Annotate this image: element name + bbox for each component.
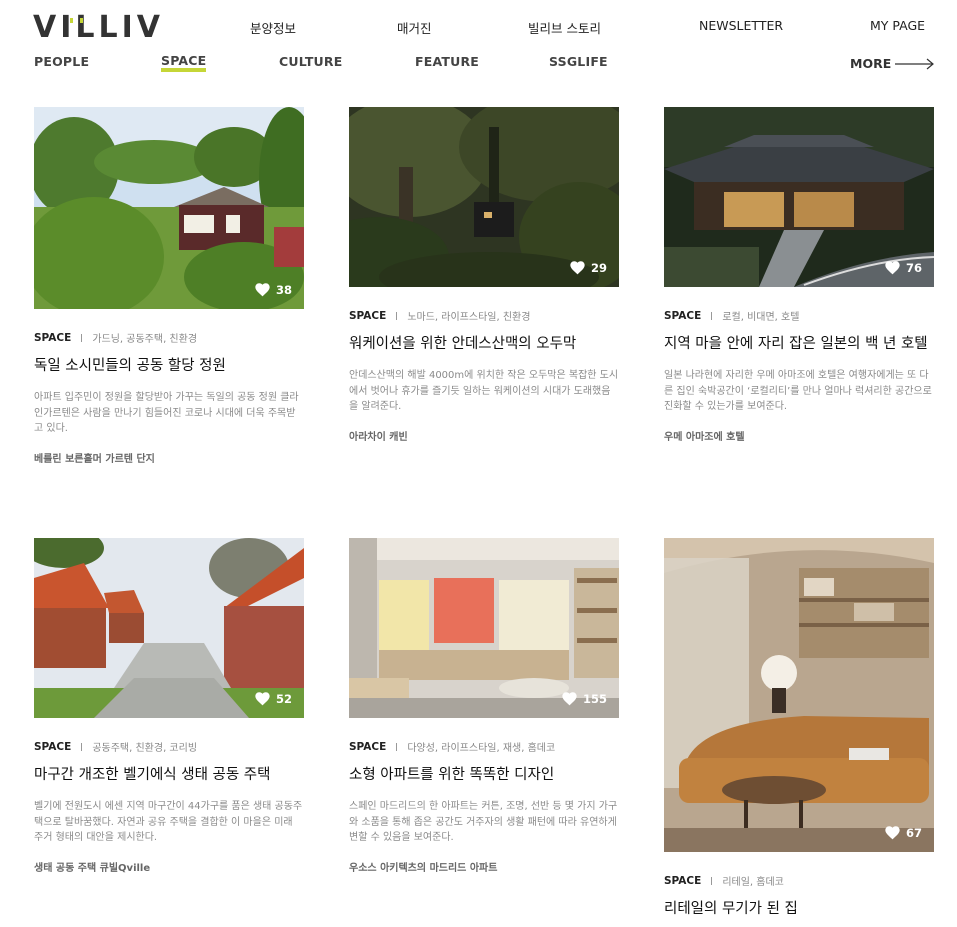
- article-place: 우소스 아키텍츠의 마드리드 아파트: [349, 862, 498, 874]
- divider: [711, 876, 713, 885]
- nav-newsletter[interactable]: NEWSLETTER: [699, 18, 783, 33]
- category-label[interactable]: SPACE: [349, 310, 386, 322]
- living-room-photo: [664, 538, 934, 852]
- tab-people[interactable]: PEOPLE: [34, 54, 89, 69]
- heart-icon[interactable]: [254, 691, 271, 706]
- heart-icon[interactable]: [569, 260, 586, 275]
- divider: [396, 742, 398, 751]
- article-meta: SPACE 가드닝, 공동주택, 친환경: [34, 330, 304, 346]
- like-count: 155: [582, 691, 607, 706]
- article-thumbnail[interactable]: 38: [34, 107, 304, 309]
- logo-accent: [70, 8, 94, 23]
- heart-icon[interactable]: [884, 260, 901, 275]
- arrow-right-icon[interactable]: [895, 57, 935, 71]
- article-title[interactable]: 지역 마을 안에 자리 잡은 일본의 백 년 호텔: [664, 334, 934, 354]
- more-link[interactable]: MORE: [850, 56, 891, 71]
- article-card[interactable]: 29 SPACE 노마드, 라이프스타일, 친환경 워케이션을 위한 안데스산맥…: [349, 107, 619, 443]
- article-meta: SPACE 노마드, 라이프스타일, 친환경: [349, 308, 619, 324]
- article-place: 베를린 보른홀머 가르텐 단지: [34, 453, 155, 465]
- article-description: 벨기에 전원도시 에센 지역 마구간이 44가구를 품은 생태 공동주택으로 탈…: [34, 801, 303, 843]
- category-label[interactable]: SPACE: [34, 741, 71, 753]
- like-counter[interactable]: 67: [884, 825, 922, 840]
- nav-my-page[interactable]: MY PAGE: [870, 18, 925, 33]
- heart-icon[interactable]: [254, 282, 271, 297]
- heart-icon[interactable]: [884, 825, 901, 840]
- category-label[interactable]: SPACE: [664, 875, 701, 887]
- category-label[interactable]: SPACE: [34, 332, 71, 344]
- garden-photo: [34, 107, 304, 309]
- like-count: 76: [905, 260, 922, 275]
- divider: [81, 333, 83, 342]
- tab-space[interactable]: SPACE: [161, 54, 207, 72]
- like-count: 67: [905, 825, 922, 840]
- nav-villiv-story[interactable]: 빌리브 스토리: [528, 18, 601, 37]
- article-card[interactable]: 76 SPACE 로컬, 비대면, 호텔 지역 마을 안에 자리 잡은 일본의 …: [664, 107, 934, 443]
- tag-list: 다양성, 라이프스타일, 재생, 홈데코: [407, 743, 556, 754]
- article-meta: SPACE 로컬, 비대면, 호텔: [664, 308, 934, 324]
- article-description: 스페인 마드리드의 한 아파트는 커튼, 조명, 선반 등 몇 가지 가구와 소…: [349, 801, 618, 843]
- article-title[interactable]: 소형 아파트를 위한 똑똑한 디자인: [349, 765, 619, 785]
- category-label[interactable]: SPACE: [349, 741, 386, 753]
- heart-icon[interactable]: [561, 691, 578, 706]
- nav-sales-info[interactable]: 분양정보: [250, 18, 296, 37]
- article-card[interactable]: 67 SPACE 리테일, 홈데코 리테일의 무기가 된 집: [664, 538, 934, 919]
- tag-list: 노마드, 라이프스타일, 친환경: [407, 312, 531, 323]
- article-card[interactable]: 52 SPACE 공동주택, 친환경, 코리빙 마구간 개조한 벨기에식 생태 …: [34, 538, 304, 874]
- like-counter[interactable]: 76: [884, 260, 922, 275]
- article-card[interactable]: 38 SPACE 가드닝, 공동주택, 친환경 독일 소시민들의 공동 할당 정…: [34, 107, 304, 465]
- like-counter[interactable]: 29: [569, 260, 607, 275]
- like-counter[interactable]: 155: [561, 691, 607, 706]
- nav-magazine[interactable]: 매거진: [397, 18, 432, 37]
- article-thumbnail[interactable]: 29: [349, 107, 619, 287]
- article-thumbnail[interactable]: 67: [664, 538, 934, 852]
- tag-list: 로컬, 비대면, 호텔: [722, 312, 800, 323]
- article-description: 안데스산맥의 해발 4000m에 위치한 작은 오두막은 복잡한 도시에서 벗어…: [349, 370, 619, 412]
- like-count: 52: [275, 691, 292, 706]
- article-place: 아라차이 캐빈: [349, 431, 408, 443]
- article-thumbnail[interactable]: 76: [664, 107, 934, 287]
- category-label[interactable]: SPACE: [664, 310, 701, 322]
- article-title[interactable]: 마구간 개조한 벨기에식 생태 공동 주택: [34, 765, 304, 785]
- article-description: 일본 나라현에 자리한 우메 아마조에 호텔은 여행자에게는 또 다른 집인 숙…: [664, 370, 932, 412]
- tab-culture[interactable]: CULTURE: [279, 54, 342, 69]
- article-description: 아파트 입주민이 정원을 할당받아 가꾸는 독일의 공동 정원 클라인가르텐은 …: [34, 392, 299, 434]
- tab-feature[interactable]: FEATURE: [415, 54, 479, 69]
- article-title[interactable]: 워케이션을 위한 안데스산맥의 오두막: [349, 334, 619, 354]
- tag-list: 공동주택, 친환경, 코리빙: [92, 743, 198, 754]
- divider: [81, 742, 83, 751]
- top-nav: 분양정보 매거진 빌리브 스토리 NEWSLETTER MY PAGE: [0, 18, 957, 38]
- like-count: 38: [275, 282, 292, 297]
- article-thumbnail[interactable]: 52: [34, 538, 304, 718]
- like-counter[interactable]: 52: [254, 691, 292, 706]
- article-title[interactable]: 독일 소시민들의 공동 할당 정원: [34, 356, 304, 376]
- like-count: 29: [590, 260, 607, 275]
- article-meta: SPACE 다양성, 라이프스타일, 재생, 홈데코: [349, 739, 619, 755]
- divider: [396, 311, 398, 320]
- article-card[interactable]: 155 SPACE 다양성, 라이프스타일, 재생, 홈데코 소형 아파트를 위…: [349, 538, 619, 874]
- article-thumbnail[interactable]: 155: [349, 538, 619, 718]
- tag-list: 가드닝, 공동주택, 친환경: [92, 334, 198, 345]
- category-nav: PEOPLE SPACE CULTURE FEATURE SSGLIFE: [0, 54, 957, 76]
- article-place: 생태 공동 주택 큐빌Qville: [34, 862, 151, 874]
- article-title[interactable]: 리테일의 무기가 된 집: [664, 899, 934, 919]
- article-meta: SPACE 리테일, 홈데코: [664, 873, 934, 889]
- tab-ssglife[interactable]: SSGLIFE: [549, 54, 608, 69]
- article-meta: SPACE 공동주택, 친환경, 코리빙: [34, 739, 304, 755]
- tag-list: 리테일, 홈데코: [722, 877, 784, 888]
- divider: [711, 311, 713, 320]
- article-place: 우메 아마조에 호텔: [664, 431, 745, 443]
- like-counter[interactable]: 38: [254, 282, 292, 297]
